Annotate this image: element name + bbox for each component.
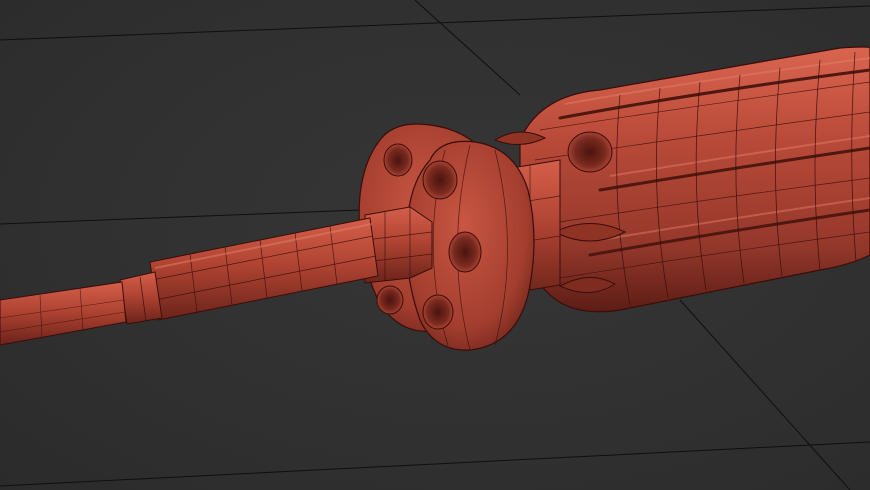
bit-hole <box>376 285 404 315</box>
screwdriver-handle[interactable] <box>519 46 870 313</box>
3d-viewport[interactable] <box>0 0 870 490</box>
shaft-hex-joint <box>119 271 163 325</box>
bit-hole <box>422 160 458 200</box>
bit-hole <box>383 143 413 177</box>
screwdriver-tip <box>0 281 127 346</box>
bit-hole <box>422 294 454 330</box>
screwdriver-shaft[interactable] <box>149 217 379 321</box>
bit-hole <box>448 231 482 273</box>
viewport-canvas[interactable] <box>0 0 870 490</box>
